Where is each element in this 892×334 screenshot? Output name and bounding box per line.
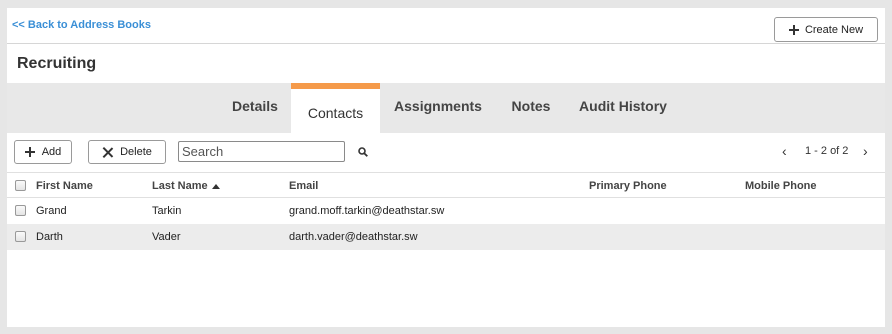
tab-notes[interactable]: Notes [501, 83, 561, 133]
last-name-cell: Vader [152, 231, 181, 243]
add-button[interactable]: Add [14, 140, 72, 164]
tab-bar: Details Contacts Assignments Notes Audit… [7, 83, 885, 133]
next-page-button[interactable]: › [863, 143, 868, 159]
previous-page-button[interactable]: ‹ [782, 143, 787, 159]
sort-ascending-icon [211, 184, 220, 189]
first-name-cell: Grand [36, 205, 67, 217]
table-row[interactable]: Grand Tarkin grand.moff.tarkin@deathstar… [7, 198, 885, 224]
email-cell: grand.moff.tarkin@deathstar.sw [289, 205, 445, 217]
table-header: First Name Last Name Email Primary Phone… [7, 172, 885, 198]
tab-audit-history[interactable]: Audit History [573, 83, 673, 133]
delete-label: Delete [120, 146, 152, 158]
create-new-label: Create New [804, 23, 864, 36]
first-name-cell: Darth [36, 231, 63, 243]
address-book-panel: << Back to Address Books Create New Recr… [7, 8, 885, 327]
add-label: Add [41, 146, 62, 158]
last-name-cell: Tarkin [152, 205, 182, 217]
table-row[interactable]: Darth Vader darth.vader@deathstar.sw [7, 224, 885, 250]
top-bar: << Back to Address Books Create New [7, 8, 885, 44]
tab-assignments[interactable]: Assignments [387, 83, 489, 133]
tab-details[interactable]: Details [223, 83, 287, 133]
select-all-checkbox[interactable] [15, 180, 26, 191]
column-header-email[interactable]: Email [289, 173, 318, 199]
plus-icon [788, 24, 799, 35]
page-title: Recruiting [17, 55, 97, 72]
column-header-last-name[interactable]: Last Name [152, 173, 220, 199]
tab-contacts[interactable]: Contacts [291, 83, 380, 133]
email-cell: darth.vader@deathstar.sw [289, 231, 418, 243]
column-header-last-name-label: Last Name [152, 180, 208, 192]
column-header-first-name[interactable]: First Name [36, 173, 93, 199]
row-checkbox[interactable] [15, 231, 26, 242]
plus-icon [24, 147, 35, 157]
close-icon [102, 147, 113, 158]
delete-button[interactable]: Delete [88, 140, 166, 164]
create-new-button[interactable]: Create New [774, 17, 878, 42]
row-checkbox[interactable] [15, 205, 26, 216]
search-icon[interactable] [358, 147, 368, 157]
pager-status: 1 - 2 of 2 [805, 145, 849, 157]
column-header-primary-phone[interactable]: Primary Phone [589, 173, 667, 199]
back-to-address-books-link[interactable]: << Back to Address Books [12, 19, 151, 31]
column-header-mobile-phone[interactable]: Mobile Phone [745, 173, 817, 199]
search-input[interactable] [178, 141, 345, 162]
